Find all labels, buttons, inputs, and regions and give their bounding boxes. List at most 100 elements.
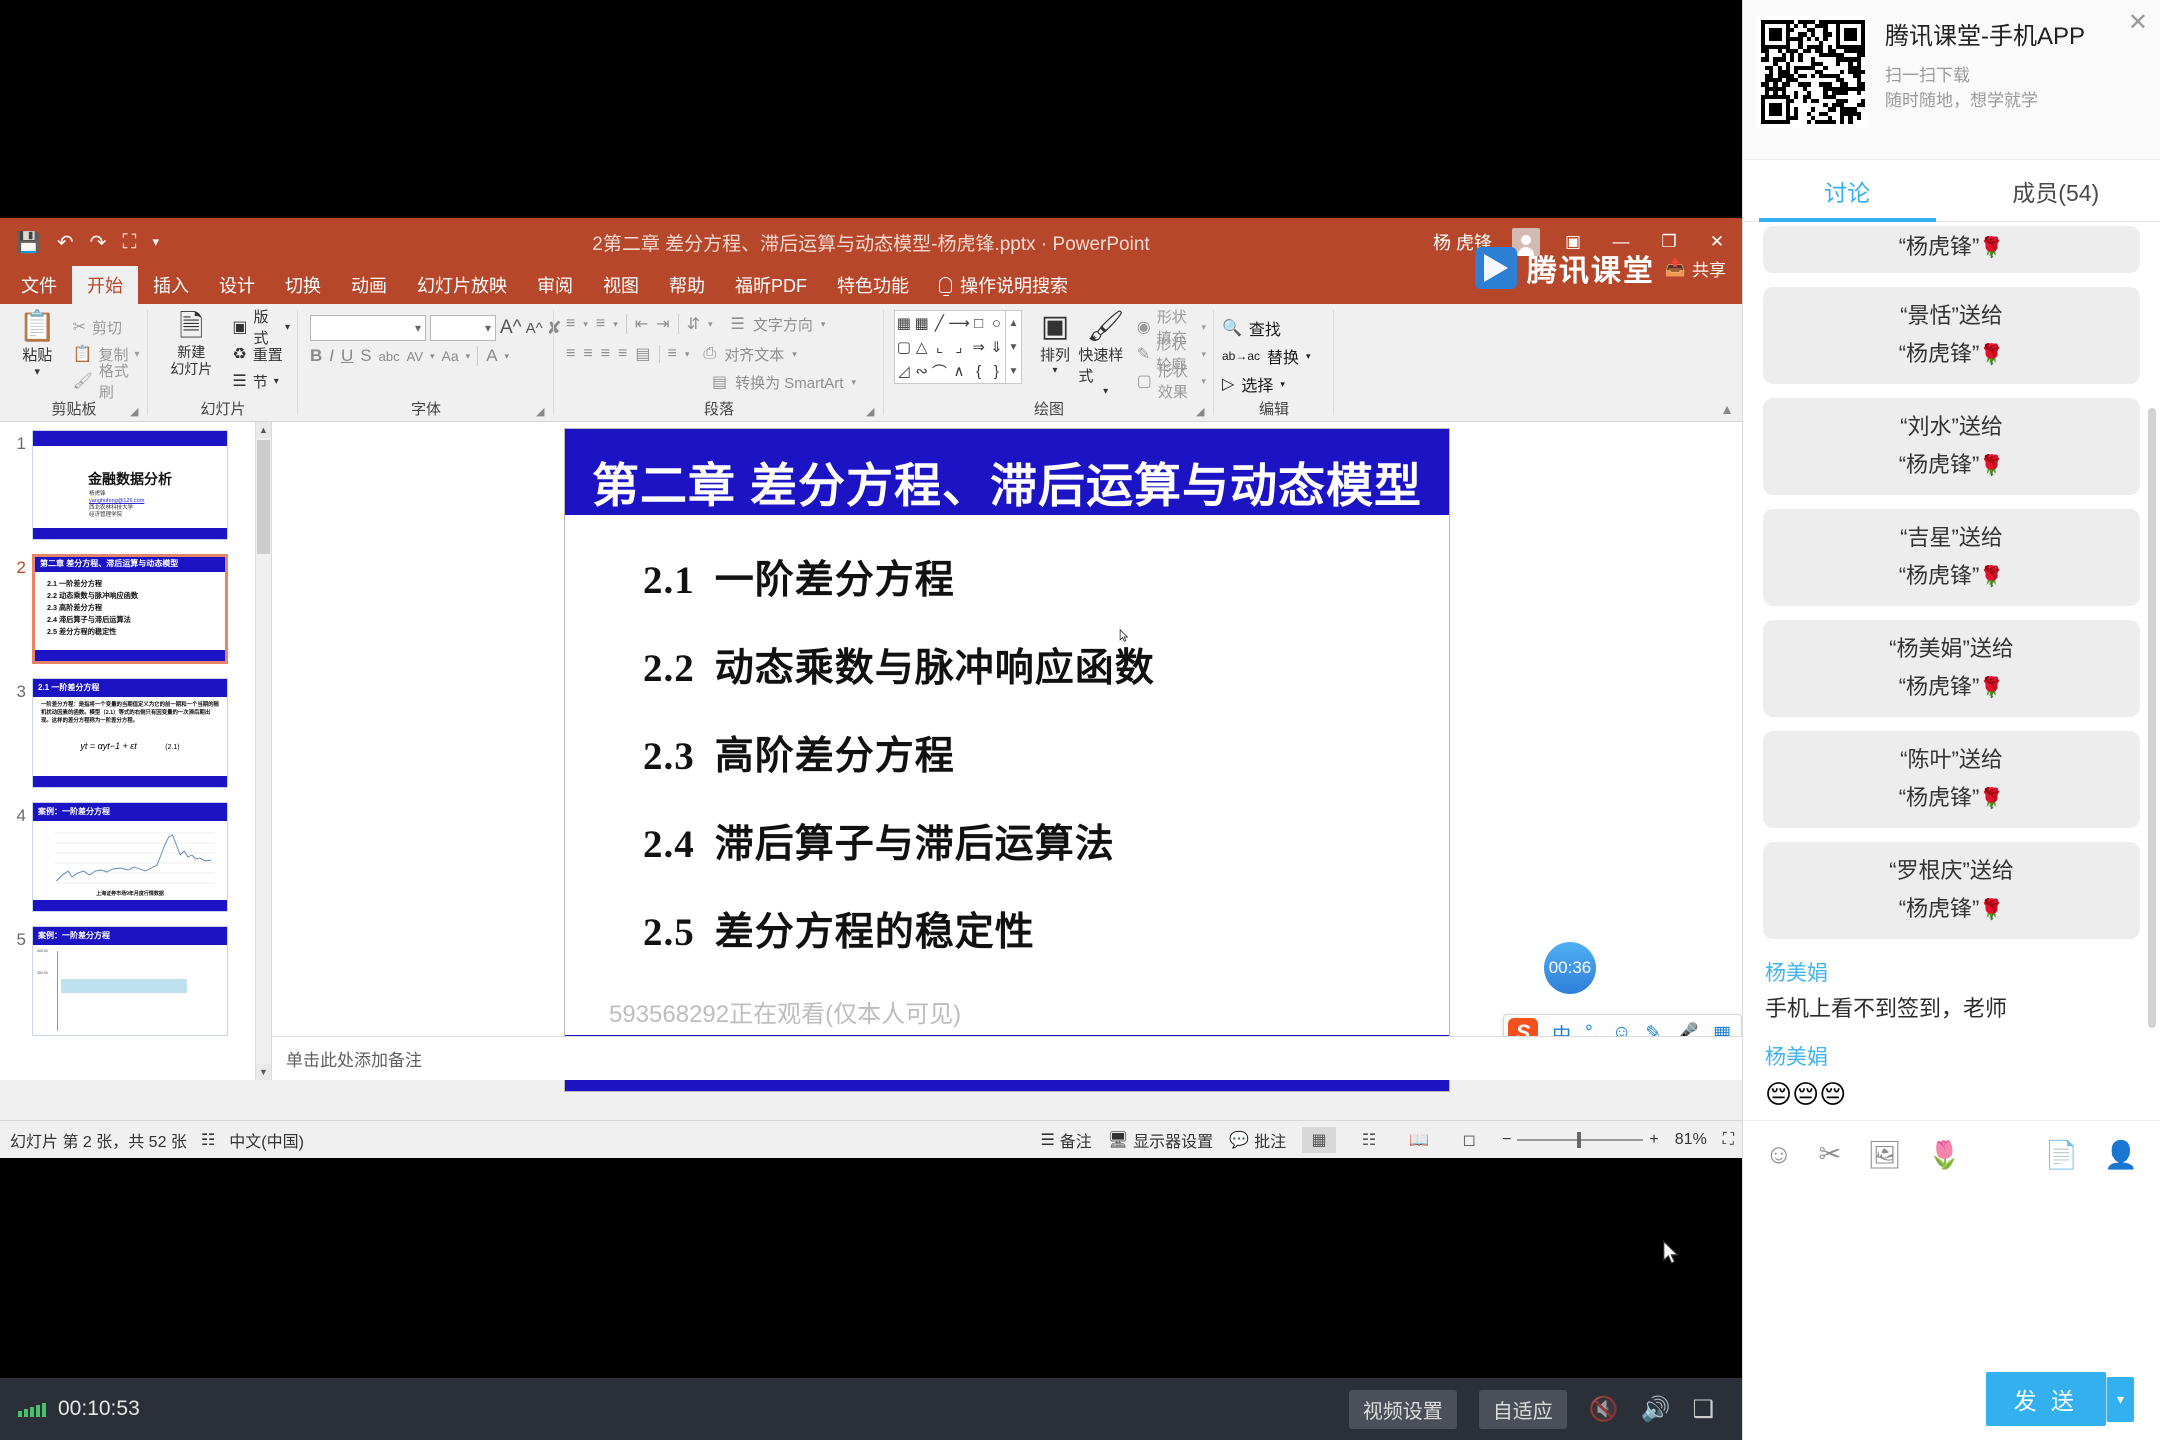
current-slide[interactable]: 第二章 差分方程、滞后运算与动态模型 2.1 一阶差分方程 2.2 动态乘数与脉冲响…: [564, 428, 1450, 1092]
redo-icon[interactable]: ↷: [90, 230, 107, 255]
zoom-slider[interactable]: − +: [1502, 1131, 1659, 1149]
slide-list-item-3[interactable]: 2.3 高阶差分方程: [643, 725, 1155, 781]
arrange-button[interactable]: ▣ 排列 ▾: [1032, 310, 1079, 376]
chevron-down-icon[interactable]: ▾: [466, 351, 471, 362]
align-text-icon[interactable]: ⎙: [703, 345, 716, 363]
section-button[interactable]: ☰ 节 ▾: [232, 368, 290, 394]
zoom-knob[interactable]: [1577, 1131, 1582, 1148]
save-icon[interactable]: 💾: [16, 230, 41, 255]
chat-scrollbar-thumb[interactable]: [2148, 408, 2156, 1028]
chevron-down-icon[interactable]: ▾: [1280, 379, 1285, 390]
exit-fullscreen-icon[interactable]: ❑: [1692, 1395, 1714, 1424]
flower-icon[interactable]: 🌷: [1927, 1139, 1961, 1171]
ribbon-tab-transitions[interactable]: 切换: [270, 266, 336, 304]
elbow-arrow-icon[interactable]: ⌟: [955, 338, 962, 356]
fit-mode-button[interactable]: 自适应: [1478, 1389, 1567, 1429]
chevron-down-icon[interactable]: ▾: [1201, 376, 1206, 387]
select-button[interactable]: ▷ 选择 ▾: [1222, 372, 1311, 396]
chevron-down-icon[interactable]: ▾: [485, 321, 491, 335]
chevron-down-icon[interactable]: ▾: [583, 319, 588, 330]
gallery-down-icon[interactable]: ▼: [1008, 342, 1018, 353]
ribbon-tab-help[interactable]: 帮助: [654, 266, 720, 304]
arc-shape-icon[interactable]: ∧: [954, 362, 965, 380]
gallery-more-icon[interactable]: ▼: [1008, 366, 1018, 377]
vertical-textbox-shape-icon[interactable]: ▦: [915, 314, 929, 332]
replace-button[interactable]: ab→ac 替换 ▾: [1222, 344, 1311, 368]
scissors-icon[interactable]: ✂: [1819, 1139, 1842, 1170]
text-direction-label[interactable]: 文字方向: [753, 314, 813, 335]
share-button[interactable]: 📤 共享: [1665, 256, 1726, 281]
send-options-caret-icon[interactable]: ▾: [2105, 1376, 2134, 1422]
undo-icon[interactable]: ↶: [57, 230, 74, 255]
scrollbar-thumb[interactable]: [257, 440, 270, 554]
slide-list-item-4[interactable]: 2.4 滞后算子与滞后运算法: [643, 813, 1155, 869]
chevron-down-icon[interactable]: ▾: [851, 377, 856, 388]
microphone-muted-icon[interactable]: 🔇: [1589, 1395, 1619, 1424]
arrow-shape-icon[interactable]: ⟶: [948, 314, 970, 332]
italic-button[interactable]: I: [329, 346, 334, 366]
increase-indent-icon[interactable]: ⇥: [656, 314, 669, 334]
slide-thumbnail-pane[interactable]: 1 金融数据分析 杨虎锋 yanghufeng@126.com 西北农林科技大学…: [0, 422, 272, 1080]
reset-button[interactable]: ♻ 重置: [232, 341, 290, 367]
chat-message-list[interactable]: “杨虎锋”🌹 “景恬”送给 “杨虎锋”🌹 “刘水”送给 “杨虎锋”🌹 “吉星”送…: [1743, 222, 2160, 1120]
message-author[interactable]: 杨美娟: [1765, 957, 2138, 991]
ribbon-tab-insert[interactable]: 插入: [138, 266, 204, 304]
font-name-combobox[interactable]: ▾: [310, 315, 426, 341]
decrease-font-size-icon[interactable]: A^: [526, 320, 543, 337]
speaker-icon[interactable]: 🔊: [1641, 1395, 1671, 1424]
chevron-down-icon[interactable]: ▾: [1201, 349, 1206, 360]
chevron-down-icon[interactable]: ▾: [1306, 351, 1311, 362]
text-direction-icon[interactable]: ☰: [731, 314, 745, 334]
collapse-ribbon-icon[interactable]: ▲: [1720, 401, 1734, 417]
zoom-in-button[interactable]: +: [1649, 1131, 1658, 1149]
paragraph-dialog-launcher-icon[interactable]: ◢: [866, 405, 880, 419]
smartart-icon[interactable]: ▤: [712, 372, 727, 392]
zoom-track[interactable]: [1517, 1131, 1644, 1148]
ribbon-tab-foxit-pdf[interactable]: 福昕PDF: [720, 266, 822, 304]
triangle-shape-icon[interactable]: △: [916, 338, 928, 356]
zoom-level[interactable]: 81%: [1675, 1131, 1707, 1149]
comments-button[interactable]: 💬 批注: [1229, 1128, 1286, 1152]
slide-thumbnail-image[interactable]: 第二章 差分方程、滞后运算与动态模型 2.1 一阶差分方程 2.2 动态乘数与脉…: [32, 554, 228, 664]
drawing-dialog-launcher-icon[interactable]: ◢: [1196, 405, 1210, 419]
chevron-down-icon[interactable]: ▾: [1052, 365, 1057, 376]
card-icon[interactable]: 📄: [2045, 1139, 2079, 1171]
distribute-icon[interactable]: ▤: [635, 344, 650, 364]
chat-input-area[interactable]: [1743, 1188, 2160, 1358]
justify-icon[interactable]: ≡: [618, 345, 627, 363]
elbow-connector-icon[interactable]: ⌞: [936, 338, 943, 356]
chat-scrollbar[interactable]: [2148, 228, 2156, 1114]
display-settings-button[interactable]: 🖥 显示器设置: [1108, 1128, 1213, 1152]
text-shadow-button[interactable]: S: [360, 346, 371, 366]
normal-view-button[interactable]: ▦: [1302, 1126, 1337, 1153]
chevron-down-icon[interactable]: ▾: [430, 351, 435, 362]
ribbon-tab-features[interactable]: 特色功能: [822, 266, 924, 304]
font-color-button[interactable]: A: [477, 346, 498, 366]
slide-thumbnail-image[interactable]: 2.1 一阶差分方程 一阶差分方程：是指将一个变量的当期值定义为它的前一期和一个…: [32, 678, 228, 788]
convert-smartart-label[interactable]: 转换为 SmartArt: [735, 372, 843, 393]
clipboard-dialog-launcher-icon[interactable]: ◢: [130, 405, 144, 419]
class-timer-bubble[interactable]: 00:36: [1544, 942, 1596, 994]
rounded-rect-shape-icon[interactable]: ▢: [897, 338, 911, 356]
ribbon-tab-animations[interactable]: 动画: [336, 266, 402, 304]
video-settings-button[interactable]: 视频设置: [1348, 1389, 1457, 1429]
right-arrow-block-icon[interactable]: ⇒: [972, 338, 985, 356]
shapes-gallery-scrollbar[interactable]: ▲ ▼ ▼: [1006, 310, 1022, 384]
ribbon-tab-design[interactable]: 设计: [204, 266, 270, 304]
decrease-indent-icon[interactable]: ⇤: [625, 314, 648, 334]
person-icon[interactable]: 👤: [2104, 1139, 2138, 1171]
language-indicator[interactable]: 中文(中国): [229, 1128, 304, 1152]
left-brace-shape-icon[interactable]: {: [976, 363, 981, 380]
paste-button[interactable]: 📋 粘贴 ▾: [8, 310, 67, 378]
reading-view-button[interactable]: 📖: [1402, 1127, 1436, 1153]
chevron-down-icon[interactable]: ▾: [135, 349, 140, 360]
find-button[interactable]: 🔍 查找: [1222, 316, 1311, 340]
scroll-down-icon[interactable]: ▼: [256, 1064, 271, 1080]
customize-qat-caret-icon[interactable]: ▾: [152, 234, 159, 250]
slide-thumbnail-image[interactable]: 案例：一阶差分方程 400.00 300.00: [32, 926, 228, 1036]
rectangle-shape-icon[interactable]: □: [974, 315, 983, 332]
strikethrough-button[interactable]: abc: [379, 349, 400, 364]
scribble-shape-icon[interactable]: ∾: [915, 362, 928, 380]
chevron-down-icon[interactable]: ▾: [792, 349, 797, 360]
new-slide-button[interactable]: 🗎 新建 幻灯片: [156, 310, 226, 378]
